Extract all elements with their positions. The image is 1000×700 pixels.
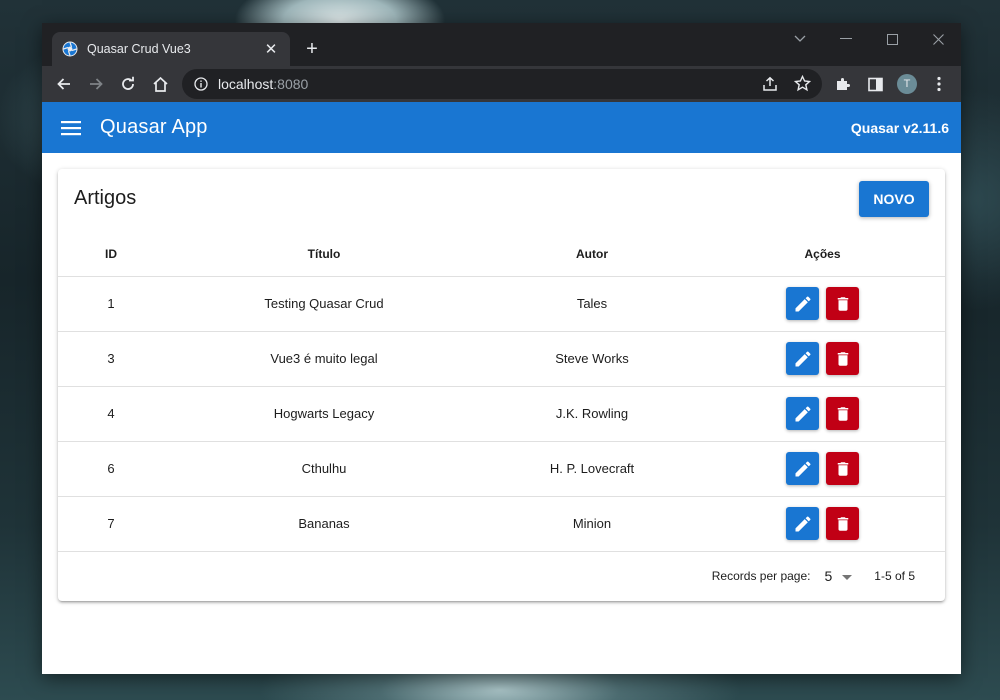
- cell-acoes: [700, 496, 945, 552]
- cell-id: 7: [58, 496, 164, 552]
- cell-autor: Tales: [484, 276, 700, 332]
- cell-autor: Steve Works: [484, 331, 700, 387]
- pencil-icon: [793, 349, 813, 369]
- dropdown-caret-icon: [842, 568, 853, 584]
- hamburger-menu-icon[interactable]: [58, 115, 84, 141]
- forward-arrow-icon[interactable]: [82, 70, 110, 98]
- table-row: 7 Bananas Minion: [58, 496, 945, 552]
- cell-acoes: [700, 276, 945, 332]
- browser-window: Quasar Crud Vue3 ✕ + localhost:8080 T Q…: [42, 23, 961, 674]
- column-header-acoes: Ações: [700, 232, 945, 277]
- pencil-icon: [793, 294, 813, 314]
- address-bar[interactable]: localhost:8080: [182, 69, 822, 99]
- trash-icon: [834, 295, 852, 313]
- records-per-page-select[interactable]: 5: [825, 568, 853, 584]
- column-header-autor[interactable]: Autor: [484, 232, 700, 277]
- pencil-icon: [793, 404, 813, 424]
- browser-tab[interactable]: Quasar Crud Vue3 ✕: [52, 32, 290, 66]
- delete-button[interactable]: [826, 342, 859, 375]
- tab-close-icon[interactable]: ✕: [262, 40, 280, 58]
- share-icon[interactable]: [762, 76, 778, 92]
- app-title: Quasar App: [100, 116, 208, 138]
- side-panel-icon[interactable]: [861, 70, 889, 98]
- new-article-button[interactable]: NOVO: [859, 181, 929, 217]
- minimize-icon[interactable]: [823, 23, 869, 55]
- articles-table: ID Título Autor Ações 1 Testing Quasar Cr…: [58, 232, 945, 552]
- edit-button[interactable]: [786, 397, 819, 430]
- card-title: Artigos: [74, 187, 137, 209]
- close-window-icon[interactable]: [915, 23, 961, 55]
- cell-autor: H. P. Lovecraft: [484, 441, 700, 497]
- delete-button[interactable]: [826, 287, 859, 320]
- extensions-puzzle-icon[interactable]: [829, 70, 857, 98]
- cell-acoes: [700, 441, 945, 497]
- articles-card: Artigos NOVO ID Título Autor Ações 1 Test…: [58, 169, 945, 601]
- cell-titulo: Testing Quasar Crud: [164, 276, 484, 332]
- pencil-icon: [793, 514, 813, 534]
- site-info-icon[interactable]: [194, 77, 208, 91]
- column-header-id[interactable]: ID: [58, 232, 164, 277]
- cell-titulo: Cthulhu: [164, 441, 484, 497]
- tab-title: Quasar Crud Vue3: [87, 42, 191, 56]
- app-header: Quasar App Quasar v2.11.6: [42, 102, 961, 153]
- quasar-logo-icon: [62, 41, 78, 57]
- trash-icon: [834, 405, 852, 423]
- column-header-titulo[interactable]: Título: [164, 232, 484, 277]
- maximize-icon[interactable]: [869, 23, 915, 55]
- cell-id: 3: [58, 331, 164, 387]
- delete-button[interactable]: [826, 397, 859, 430]
- cell-titulo: Bananas: [164, 496, 484, 552]
- cell-id: 1: [58, 276, 164, 332]
- table-row: 6 Cthulhu H. P. Lovecraft: [58, 441, 945, 497]
- records-per-page-value: 5: [824, 568, 833, 584]
- url-host: localhost: [218, 76, 274, 92]
- edit-button[interactable]: [786, 452, 819, 485]
- kebab-menu-icon[interactable]: [925, 70, 953, 98]
- home-icon[interactable]: [146, 70, 174, 98]
- cell-acoes: [700, 386, 945, 442]
- reload-icon[interactable]: [114, 70, 142, 98]
- records-per-page-label: Records per page:: [711, 569, 811, 583]
- cell-titulo: Vue3 é muito legal: [164, 331, 484, 387]
- table-row: 3 Vue3 é muito legal Steve Works: [58, 331, 945, 387]
- profile-avatar[interactable]: T: [897, 74, 917, 94]
- cell-id: 4: [58, 386, 164, 442]
- tab-strip: Quasar Crud Vue3 ✕ +: [42, 23, 961, 66]
- delete-button[interactable]: [826, 507, 859, 540]
- pagination-range: 1-5 of 5: [874, 569, 915, 583]
- cell-id: 6: [58, 441, 164, 497]
- trash-icon: [834, 460, 852, 478]
- new-tab-plus-icon[interactable]: +: [300, 37, 324, 61]
- cell-acoes: [700, 331, 945, 387]
- url-port: :8080: [273, 76, 309, 92]
- cell-titulo: Hogwarts Legacy: [164, 386, 484, 442]
- table-pagination: Records per page: 5 1-5 of 5: [58, 554, 945, 598]
- delete-button[interactable]: [826, 452, 859, 485]
- browser-toolbar: localhost:8080 T: [42, 66, 961, 102]
- table-row: 1 Testing Quasar Crud Tales: [58, 276, 945, 332]
- trash-icon: [834, 515, 852, 533]
- cell-autor: J.K. Rowling: [484, 386, 700, 442]
- back-arrow-icon[interactable]: [50, 70, 78, 98]
- cell-autor: Minion: [484, 496, 700, 552]
- edit-button[interactable]: [786, 287, 819, 320]
- edit-button[interactable]: [786, 342, 819, 375]
- table-header-row: ID Título Autor Ações: [58, 232, 945, 277]
- bookmark-star-icon[interactable]: [794, 75, 811, 92]
- table-row: 4 Hogwarts Legacy J.K. Rowling: [58, 386, 945, 442]
- app-version: Quasar v2.11.6: [850, 120, 949, 136]
- tab-search-chevron-icon[interactable]: [777, 23, 823, 55]
- pencil-icon: [793, 459, 813, 479]
- page-container: Artigos NOVO ID Título Autor Ações 1 Test…: [42, 153, 961, 674]
- edit-button[interactable]: [786, 507, 819, 540]
- trash-icon: [834, 350, 852, 368]
